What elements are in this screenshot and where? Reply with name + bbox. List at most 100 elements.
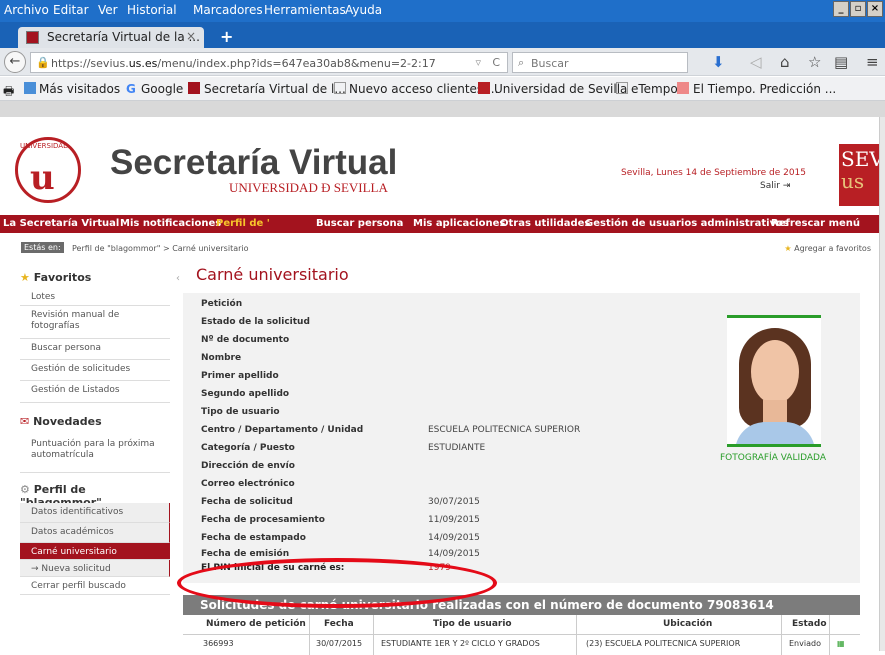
- breadcrumb: Estás en: Perfil de "blagommor" > Carné …: [0, 242, 879, 258]
- menu-herramientas[interactable]: Herramientas: [264, 3, 346, 17]
- field-label: Fecha de solicitud: [201, 497, 293, 507]
- menu-ayuda[interactable]: Ayuda: [345, 3, 382, 17]
- url-bar[interactable]: 🔒 https://sevius.us.es/menu/index.php?id…: [30, 52, 508, 73]
- search-input[interactable]: ⌕ Buscar: [512, 52, 688, 73]
- breadcrumb-path[interactable]: Perfil de "blagommor" > Carné universita…: [72, 244, 249, 253]
- page-content: UNIVERSIDAD u Secretaría Virtual UNIVERS…: [0, 117, 885, 655]
- browser-tab[interactable]: Secretaría Virtual de la ... ×: [18, 27, 204, 48]
- star-icon: ★: [20, 271, 30, 284]
- tab-strip: Secretaría Virtual de la ... ×: [0, 22, 885, 48]
- bookmark-universidad[interactable]: Universidad de Sevilla: [494, 82, 627, 96]
- novedades-heading: ✉ Novedades: [20, 415, 102, 428]
- gear-icon: ⚙: [20, 483, 30, 496]
- us-favicon-icon: [478, 82, 490, 94]
- field-value: 14/09/2015: [428, 533, 480, 543]
- menu-historial[interactable]: Historial: [127, 3, 177, 17]
- menu-ver[interactable]: Ver: [98, 3, 118, 17]
- bookmark-nuevo-acceso[interactable]: Nuevo acceso clientes ...: [349, 82, 498, 96]
- sidebar-item-gestion-listados[interactable]: Gestión de Listados: [20, 381, 170, 403]
- field-label: Estado de la solicitud: [201, 317, 310, 327]
- menu-refrescar[interactable]: Refrescar menú: [771, 218, 860, 229]
- sidebar-item-lotes[interactable]: Lotes: [20, 288, 170, 306]
- document-icon[interactable]: ▦: [837, 639, 845, 648]
- field-label: Tipo de usuario: [201, 407, 280, 417]
- sidebar-item-carne[interactable]: Carné universitario: [20, 543, 170, 560]
- photo-status: FOTOGRAFÍA VALIDADA: [720, 453, 826, 463]
- search-icon: ⌕: [518, 56, 525, 69]
- sidebar-item-revision[interactable]: Revisión manual de fotografías: [20, 306, 170, 339]
- collapse-arrow-icon[interactable]: ‹: [176, 273, 180, 284]
- dropdown-arrow-icon[interactable]: ▿: [475, 56, 481, 69]
- sidebar-item-puntuacion[interactable]: Puntuación para la próxima automatrícula: [20, 435, 170, 473]
- sidebar-item-buscar-persona[interactable]: Buscar persona: [20, 339, 170, 360]
- bookmark-mas-visitados[interactable]: Más visitados: [39, 82, 120, 96]
- field-label: Segundo apellido: [201, 389, 290, 399]
- site-title: Secretaría Virtual: [110, 143, 398, 182]
- hamburger-menu-icon[interactable]: ≡: [866, 53, 879, 71]
- field-label: Primer apellido: [201, 371, 279, 381]
- field-value: 14/09/2015: [428, 549, 480, 559]
- menu-perfil-de[interactable]: Perfil de ': [216, 218, 270, 229]
- column-header: Ubicación: [663, 619, 713, 629]
- browser-menubar: Archivo Editar Ver Historial Marcadores …: [0, 0, 885, 22]
- reading-list-icon[interactable]: ▤: [834, 53, 848, 71]
- menu-gestion-usuarios[interactable]: Gestión de usuarios administrativos: [585, 218, 789, 229]
- field-label: Nº de documento: [201, 335, 290, 345]
- download-icon[interactable]: ⬇: [712, 53, 725, 71]
- star-icon[interactable]: ☆: [808, 53, 821, 71]
- detail-panel: Petición Estado de la solicitud Nº de do…: [183, 293, 860, 583]
- printer-icon[interactable]: 🖶: [3, 82, 14, 103]
- sidebar-item-datos-academicos[interactable]: Datos académicos: [20, 523, 170, 543]
- main-menu: La Secretaría Virtual Mis notificaciones…: [0, 215, 879, 233]
- menu-archivo[interactable]: Archivo: [4, 3, 49, 17]
- menu-secretaria-virtual[interactable]: La Secretaría Virtual: [3, 218, 119, 229]
- most-visited-icon: [24, 82, 36, 94]
- field-value: 30/07/2015: [428, 497, 480, 507]
- pocket-icon[interactable]: ◁: [750, 53, 762, 71]
- column-header: Fecha: [324, 619, 354, 629]
- sidebar-item-cerrar-perfil[interactable]: Cerrar perfil buscado: [20, 577, 170, 595]
- bookmark-el-tiempo[interactable]: El Tiempo. Predicción ...: [693, 82, 836, 96]
- back-arrow-icon[interactable]: ←: [4, 51, 26, 73]
- menu-mis-notificaciones[interactable]: Mis notificaciones: [120, 218, 221, 229]
- page-top-strip: [0, 101, 885, 117]
- logout-link[interactable]: Salir ⇥: [760, 181, 790, 191]
- column-header: Estado: [792, 619, 827, 629]
- sidebar-item-datos-identificativos[interactable]: Datos identificativos: [20, 503, 170, 523]
- menu-otras-utilidades[interactable]: Otras utilidades: [500, 218, 590, 229]
- field-label: Fecha de estampado: [201, 533, 306, 543]
- bookmark-google[interactable]: Google: [141, 82, 183, 96]
- sidebar-item-gestion-solicitudes[interactable]: Gestión de solicitudes: [20, 360, 170, 381]
- tab-title: Secretaría Virtual de la ...: [47, 30, 200, 44]
- menu-mis-aplicaciones[interactable]: Mis aplicaciones: [413, 218, 505, 229]
- site-favicon-icon: [26, 31, 39, 44]
- lock-icon: 🔒: [36, 56, 50, 69]
- tab-close-icon[interactable]: ×: [186, 29, 196, 43]
- scrollbar[interactable]: [879, 117, 885, 651]
- maximize-button[interactable]: ▫: [850, 1, 866, 17]
- new-tab-button[interactable]: +: [220, 27, 233, 46]
- student-photo: [727, 315, 821, 447]
- breadcrumb-label: Estás en:: [21, 242, 64, 253]
- home-icon[interactable]: ⌂: [780, 53, 790, 71]
- add-favorite-link[interactable]: ★ Agregar a favoritos: [784, 244, 871, 253]
- field-label: Centro / Departamento / Unidad: [201, 425, 364, 435]
- column-header: Tipo de usuario: [433, 619, 512, 629]
- field-label: Nombre: [201, 353, 242, 363]
- star-icon: ★: [784, 244, 792, 253]
- minimize-button[interactable]: _: [833, 1, 849, 17]
- table-cell: (23) ESCUELA POLITECNICA SUPERIOR: [586, 639, 741, 648]
- bookmark-etempo[interactable]: eTempo: [631, 82, 678, 96]
- bookmark-secretaria[interactable]: Secretaría Virtual de l...: [204, 82, 346, 96]
- secretaria-favicon-icon: [188, 82, 200, 94]
- close-window-button[interactable]: ×: [867, 1, 883, 17]
- news-icon: ✉: [20, 415, 30, 428]
- menu-marcadores[interactable]: Marcadores: [193, 3, 263, 17]
- menu-buscar-persona[interactable]: Buscar persona: [316, 218, 403, 229]
- page-icon: [334, 82, 346, 94]
- sidebar-item-nueva-solicitud[interactable]: → Nueva solicitud: [20, 560, 170, 577]
- reload-icon[interactable]: C: [492, 56, 500, 69]
- menu-editar[interactable]: Editar: [53, 3, 89, 17]
- field-label: Dirección de envío: [201, 461, 295, 471]
- field-value: ESTUDIANTE: [428, 443, 486, 453]
